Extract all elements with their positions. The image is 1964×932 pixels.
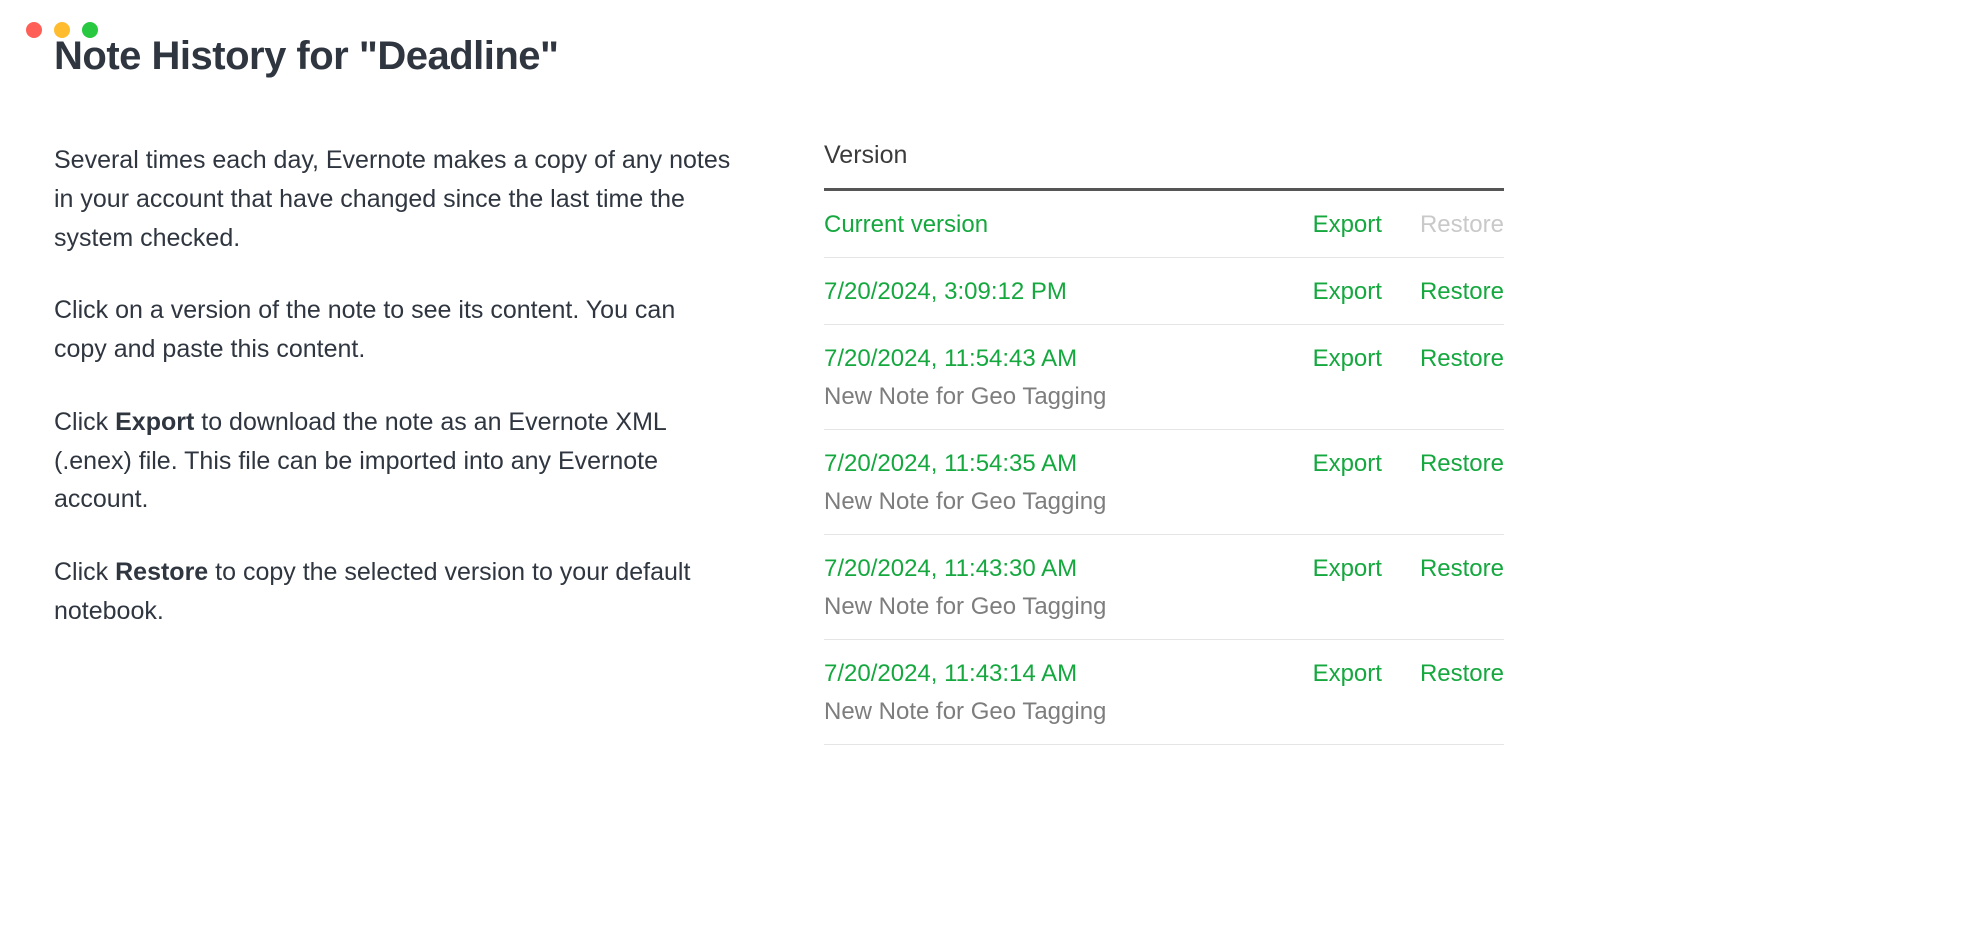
version-actions: Export Restore <box>1313 278 1504 306</box>
version-row: Current versionExport Restore <box>824 191 1504 258</box>
versions-table-header: Version <box>824 141 1504 191</box>
version-label[interactable]: 7/20/2024, 11:43:14 AM <box>824 660 1313 688</box>
version-actions: Export Restore <box>1313 211 1504 239</box>
text-bold: Export <box>115 408 194 436</box>
version-subtitle: New Note for Geo Tagging <box>824 593 1313 621</box>
page-title: Note History for "Deadline" <box>54 34 1910 79</box>
export-button[interactable]: Export <box>1313 660 1382 688</box>
version-info: 7/20/2024, 11:43:14 AM New Note for Geo T… <box>824 660 1313 726</box>
version-info: 7/20/2024, 11:54:35 AM New Note for Geo T… <box>824 450 1313 516</box>
window-zoom-button[interactable] <box>82 22 98 38</box>
version-label[interactable]: 7/20/2024, 3:09:12 PM <box>824 278 1313 306</box>
version-row: 7/20/2024, 11:43:14 AM New Note for Geo T… <box>824 640 1504 745</box>
restore-button: Restore <box>1420 211 1504 239</box>
version-label[interactable]: Current version <box>824 211 1313 239</box>
version-row: 7/20/2024, 11:54:43 AM New Note for Geo T… <box>824 325 1504 430</box>
description-panel: Several times each day, Evernote makes a… <box>54 141 734 745</box>
version-row: 7/20/2024, 3:09:12 PMExport Restore <box>824 258 1504 325</box>
restore-button[interactable]: Restore <box>1420 345 1504 373</box>
version-label[interactable]: 7/20/2024, 11:43:30 AM <box>824 555 1313 583</box>
version-actions: Export Restore <box>1313 345 1504 373</box>
version-label[interactable]: 7/20/2024, 11:54:43 AM <box>824 345 1313 373</box>
restore-button[interactable]: Restore <box>1420 555 1504 583</box>
version-info: Current version <box>824 211 1313 239</box>
version-subtitle: New Note for Geo Tagging <box>824 383 1313 411</box>
description-paragraph: Click on a version of the note to see it… <box>54 291 734 369</box>
export-button[interactable]: Export <box>1313 278 1382 306</box>
description-paragraph: Click Restore to copy the selected versi… <box>54 553 734 631</box>
export-button[interactable]: Export <box>1313 345 1382 373</box>
restore-button[interactable]: Restore <box>1420 660 1504 688</box>
window-close-button[interactable] <box>26 22 42 38</box>
version-subtitle: New Note for Geo Tagging <box>824 488 1313 516</box>
description-paragraph: Click Export to download the note as an … <box>54 403 734 519</box>
version-actions: Export Restore <box>1313 660 1504 688</box>
version-info: 7/20/2024, 11:54:43 AM New Note for Geo T… <box>824 345 1313 411</box>
version-row: 7/20/2024, 11:43:30 AM New Note for Geo T… <box>824 535 1504 640</box>
version-label[interactable]: 7/20/2024, 11:54:35 AM <box>824 450 1313 478</box>
version-actions: Export Restore <box>1313 555 1504 583</box>
text: Click <box>54 408 115 436</box>
text-bold: Restore <box>115 558 208 586</box>
export-button[interactable]: Export <box>1313 450 1382 478</box>
window-traffic-lights <box>26 22 98 38</box>
versions-list: Current versionExportRestore7/20/2024, 3… <box>824 191 1504 745</box>
export-button[interactable]: Export <box>1313 555 1382 583</box>
versions-panel: Version Current versionExportRestore7/20… <box>824 141 1504 745</box>
version-info: 7/20/2024, 3:09:12 PM <box>824 278 1313 306</box>
description-paragraph: Several times each day, Evernote makes a… <box>54 141 734 257</box>
window-minimize-button[interactable] <box>54 22 70 38</box>
text: Click <box>54 558 115 586</box>
version-info: 7/20/2024, 11:43:30 AM New Note for Geo T… <box>824 555 1313 621</box>
content-area: Several times each day, Evernote makes a… <box>54 141 1910 745</box>
version-subtitle: New Note for Geo Tagging <box>824 698 1313 726</box>
export-button[interactable]: Export <box>1313 211 1382 239</box>
version-actions: Export Restore <box>1313 450 1504 478</box>
version-row: 7/20/2024, 11:54:35 AM New Note for Geo T… <box>824 430 1504 535</box>
restore-button[interactable]: Restore <box>1420 450 1504 478</box>
page-root: Note History for "Deadline" Several time… <box>0 0 1964 745</box>
restore-button[interactable]: Restore <box>1420 278 1504 306</box>
